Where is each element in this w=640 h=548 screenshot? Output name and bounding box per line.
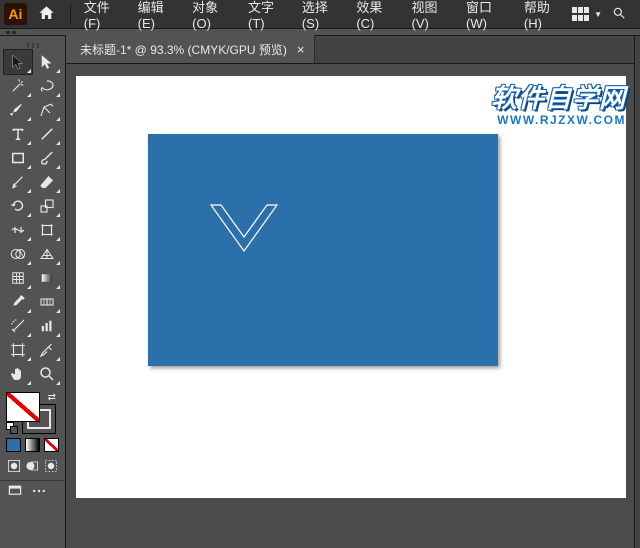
draw-mode-row bbox=[0, 458, 65, 474]
tools-panel: ⇄ bbox=[0, 36, 66, 548]
swap-fill-stroke-icon[interactable]: ⇄ bbox=[48, 392, 56, 403]
draw-behind[interactable] bbox=[24, 458, 40, 474]
fill-mode-none[interactable] bbox=[44, 438, 59, 452]
menu-window[interactable]: 窗口(W) bbox=[459, 0, 517, 35]
canvas-viewport[interactable] bbox=[66, 64, 634, 548]
app-logo: Ai bbox=[4, 3, 27, 25]
perspective-grid-tool[interactable] bbox=[33, 242, 61, 266]
fill-swatch[interactable] bbox=[6, 392, 40, 422]
document-tab[interactable]: 未标题-1* @ 93.3% (CMYK/GPU 预览) × bbox=[66, 35, 315, 63]
home-icon[interactable] bbox=[37, 4, 56, 24]
fill-mode-gradient[interactable] bbox=[25, 438, 40, 452]
menu-bar: Ai 文件(F) 编辑(E) 对象(O) 文字(T) 选择(S) 效果(C) 视… bbox=[0, 0, 640, 28]
menu-object[interactable]: 对象(O) bbox=[185, 0, 241, 35]
menu-file[interactable]: 文件(F) bbox=[77, 0, 131, 35]
workspace-icon bbox=[572, 7, 590, 21]
paintbrush-tool[interactable] bbox=[33, 146, 61, 170]
direct-selection-tool[interactable] bbox=[33, 50, 61, 74]
free-transform-tool[interactable] bbox=[33, 218, 61, 242]
width-tool[interactable] bbox=[4, 218, 32, 242]
screen-mode-row bbox=[0, 480, 65, 501]
search-button[interactable] bbox=[612, 6, 626, 23]
scale-tool[interactable] bbox=[33, 194, 61, 218]
draw-normal[interactable] bbox=[6, 458, 22, 474]
menu-select[interactable]: 选择(S) bbox=[295, 0, 350, 35]
fill-mode-color[interactable] bbox=[6, 438, 21, 452]
fill-stroke-indicator[interactable]: ⇄ bbox=[6, 392, 56, 436]
rotate-tool[interactable] bbox=[4, 194, 32, 218]
artwork-v-outline[interactable] bbox=[209, 203, 279, 263]
shaper-tool[interactable] bbox=[4, 170, 32, 194]
canvas-background bbox=[76, 76, 626, 498]
fill-mode-row bbox=[0, 438, 65, 452]
menu-type[interactable]: 文字(T) bbox=[241, 0, 295, 35]
artboard[interactable] bbox=[148, 134, 498, 366]
document-tab-bar: 未标题-1* @ 93.3% (CMYK/GPU 预览) × bbox=[66, 36, 634, 64]
menu-view[interactable]: 视图(V) bbox=[405, 0, 460, 35]
symbol-sprayer-tool[interactable] bbox=[4, 314, 32, 338]
default-fill-stroke-icon[interactable] bbox=[6, 422, 20, 436]
search-icon bbox=[612, 6, 626, 20]
document-tab-title: 未标题-1* @ 93.3% (CMYK/GPU 预览) bbox=[80, 41, 287, 58]
line-segment-tool[interactable] bbox=[33, 122, 61, 146]
pen-tool[interactable] bbox=[4, 98, 32, 122]
artboard-tool[interactable] bbox=[4, 338, 32, 362]
edit-toolbar-button[interactable] bbox=[30, 483, 48, 499]
eyedropper-tool[interactable] bbox=[4, 290, 32, 314]
curvature-tool[interactable] bbox=[33, 98, 61, 122]
menu-help[interactable]: 帮助(H) bbox=[517, 0, 572, 35]
workspace-switcher[interactable]: ▼ bbox=[572, 7, 602, 21]
menu-items: 文件(F) 编辑(E) 对象(O) 文字(T) 选择(S) 效果(C) 视图(V… bbox=[77, 0, 572, 35]
chevron-down-icon: ▼ bbox=[594, 10, 602, 19]
shape-builder-tool[interactable] bbox=[4, 242, 32, 266]
slice-tool[interactable] bbox=[33, 338, 61, 362]
divider bbox=[70, 4, 71, 24]
menu-edit[interactable]: 编辑(E) bbox=[131, 0, 186, 35]
selection-tool[interactable] bbox=[4, 50, 32, 74]
document-area: 未标题-1* @ 93.3% (CMYK/GPU 预览) × 软件自学网 WWW… bbox=[66, 36, 634, 548]
screen-mode[interactable] bbox=[6, 483, 24, 499]
draw-inside[interactable] bbox=[43, 458, 59, 474]
panel-grip[interactable] bbox=[0, 40, 65, 50]
hand-tool[interactable] bbox=[4, 362, 32, 386]
type-tool[interactable] bbox=[4, 122, 32, 146]
column-graph-tool[interactable] bbox=[33, 314, 61, 338]
eraser-tool[interactable] bbox=[33, 170, 61, 194]
gradient-tool[interactable] bbox=[33, 266, 61, 290]
blend-tool[interactable] bbox=[33, 290, 61, 314]
close-tab-button[interactable]: × bbox=[297, 42, 305, 57]
magic-wand-tool[interactable] bbox=[4, 74, 32, 98]
rectangle-tool[interactable] bbox=[4, 146, 32, 170]
menu-effect[interactable]: 效果(C) bbox=[349, 0, 404, 35]
zoom-tool[interactable] bbox=[33, 362, 61, 386]
mesh-tool[interactable] bbox=[4, 266, 32, 290]
lasso-tool[interactable] bbox=[33, 74, 61, 98]
right-panels-collapsed[interactable] bbox=[634, 36, 640, 548]
